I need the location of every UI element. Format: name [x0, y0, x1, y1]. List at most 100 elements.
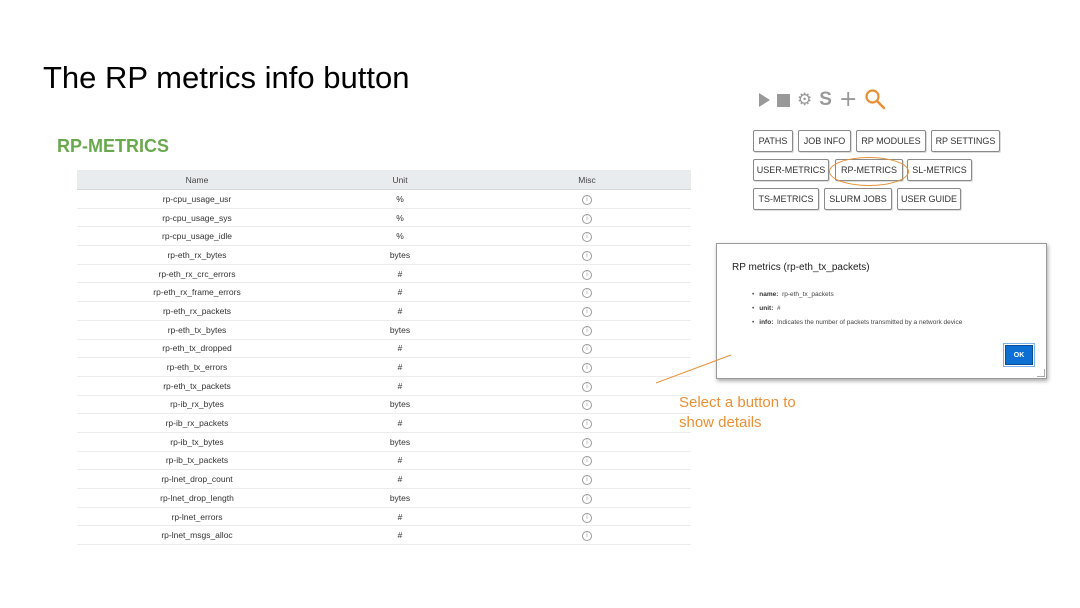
metric-misc-cell: i — [483, 339, 691, 359]
paths-button[interactable]: PATHS — [753, 130, 793, 152]
column-header-unit: Unit — [317, 170, 483, 190]
callout-line-1: Select a button to — [679, 394, 796, 411]
rp-modules-button[interactable]: RP MODULES — [856, 130, 926, 152]
metric-name-cell: rp-cpu_usage_usr — [77, 189, 317, 209]
info-icon[interactable]: i — [582, 288, 592, 299]
metric-name-cell: rp-ib_tx_bytes — [77, 432, 317, 452]
toolbar: ⚙ S + — [759, 88, 886, 112]
info-icon[interactable]: i — [582, 363, 592, 374]
slurm-jobs-button[interactable]: SLURM JOBS — [824, 188, 892, 210]
metric-unit-cell: bytes — [317, 320, 483, 340]
callout-line-2: show details — [679, 414, 762, 431]
metric-misc-cell: i — [483, 432, 691, 452]
dialog-title: RP metrics (rp-eth_tx_packets) — [732, 262, 870, 273]
table-row: rp-eth_tx_errors # i — [77, 357, 691, 377]
info-icon[interactable]: i — [582, 400, 592, 411]
info-icon[interactable]: i — [582, 269, 592, 280]
metrics-table: Name Unit Misc rp-cpu_usage_usr% i rp-cpu_… — [77, 170, 691, 546]
info-icon[interactable]: i — [582, 437, 592, 448]
metric-name-cell: rp-lnet_drop_count — [77, 469, 317, 489]
metrics-table-container[interactable]: Name Unit Misc rp-cpu_usage_usr% i rp-cpu_… — [77, 170, 691, 550]
metric-misc-cell: i — [483, 226, 691, 247]
metric-unit-cell: # — [317, 469, 483, 489]
info-icon[interactable]: i — [582, 250, 592, 261]
job-info-button[interactable]: JOB INFO — [798, 130, 851, 152]
metric-unit-cell: bytes — [317, 432, 483, 452]
metric-unit-cell: bytes — [317, 395, 483, 415]
metric-unit-cell: bytes — [317, 245, 483, 265]
metric-unit-cell: # — [317, 376, 483, 396]
info-icon[interactable]: i — [582, 213, 592, 224]
plus-icon[interactable]: + — [839, 89, 857, 111]
metric-name-cell: rp-eth_rx_packets — [77, 301, 317, 321]
stop-icon[interactable] — [777, 93, 790, 107]
search-icon-graphic — [865, 88, 886, 109]
metric-name-cell: rp-lnet_drop_length — [77, 488, 317, 508]
metric-misc-cell: i — [483, 282, 691, 303]
table-row: rp-eth_rx_packets # i — [77, 301, 691, 321]
table-row: rp-eth_tx_bytes bytes i — [77, 320, 691, 340]
table-row: rp-ib_tx_bytes bytes i — [77, 432, 691, 452]
dialog-unit-value: # — [776, 305, 781, 312]
info-icon[interactable]: i — [582, 325, 592, 336]
s-icon[interactable]: S — [819, 89, 832, 111]
metric-unit-cell: # — [317, 525, 483, 546]
info-icon[interactable]: i — [582, 344, 592, 355]
info-icon[interactable]: i — [582, 306, 592, 317]
info-icon[interactable]: i — [582, 493, 592, 504]
dialog-unit-item: unit: # — [759, 302, 962, 316]
dialog-info-item: info: Indicates the number of packets tr… — [759, 316, 962, 330]
metric-name-cell: rp-lnet_errors — [77, 507, 317, 527]
metric-unit-cell: # — [317, 507, 483, 527]
highlight-ellipse — [829, 157, 909, 186]
gear-icon[interactable]: ⚙ — [797, 90, 812, 110]
table-row: rp-lnet_drop_count # i — [77, 469, 691, 489]
info-icon[interactable]: i — [582, 456, 592, 467]
metric-misc-cell: i — [483, 488, 691, 508]
ok-button[interactable]: OK — [1003, 343, 1035, 367]
user-metrics-button[interactable]: USER-METRICS — [753, 159, 829, 181]
user-guide-button[interactable]: USER GUIDE — [897, 188, 961, 210]
section-title: RP-METRICS — [57, 136, 169, 156]
metric-name-cell: rp-ib_rx_bytes — [77, 395, 317, 415]
metric-misc-cell: i — [483, 245, 691, 265]
ts-metrics-button[interactable]: TS-METRICS — [753, 188, 819, 210]
metric-unit-cell: # — [317, 357, 483, 377]
table-row: rp-lnet_errors # i — [77, 507, 691, 527]
info-icon[interactable]: i — [582, 232, 592, 243]
metric-name-cell: rp-eth_tx_dropped — [77, 339, 317, 359]
metric-unit-cell: # — [317, 301, 483, 321]
metric-misc-cell: i — [483, 301, 691, 321]
info-icon[interactable]: i — [582, 512, 592, 523]
metric-unit-cell: % — [317, 208, 483, 228]
table-row: rp-cpu_usage_sys% i — [77, 208, 691, 228]
dialog-info-key: info: — [759, 319, 774, 326]
resize-grip-icon[interactable] — [1037, 369, 1045, 377]
metric-name-cell: rp-cpu_usage_idle — [77, 226, 317, 247]
metric-unit-cell: # — [317, 451, 483, 471]
play-icon[interactable] — [759, 93, 770, 107]
info-icon[interactable]: i — [582, 475, 592, 486]
info-icon[interactable]: i — [582, 419, 592, 430]
sl-metrics-button[interactable]: SL-METRICS — [907, 159, 972, 181]
metric-misc-cell: i — [483, 320, 691, 340]
metric-unit-cell: bytes — [317, 488, 483, 508]
callout-text: Select a button to show details — [679, 393, 796, 433]
metric-name-cell: rp-ib_tx_packets — [77, 451, 317, 471]
table-row: rp-ib_rx_packets # i — [77, 413, 691, 433]
metric-name-cell: rp-eth_tx_bytes — [77, 320, 317, 340]
metric-name-cell: rp-eth_rx_frame_errors — [77, 282, 317, 303]
metric-misc-cell: i — [483, 189, 691, 209]
metric-name-cell: rp-eth_tx_packets — [77, 376, 317, 396]
metric-name-cell: rp-ib_rx_packets — [77, 413, 317, 433]
search-icon[interactable] — [864, 88, 886, 113]
info-icon[interactable]: i — [582, 381, 592, 392]
metric-info-dialog: RP metrics (rp-eth_tx_packets) name: rp-… — [716, 243, 1047, 379]
metric-unit-cell: # — [317, 264, 483, 284]
info-icon[interactable]: i — [582, 531, 592, 542]
table-row: rp-ib_tx_packets # i — [77, 451, 691, 471]
info-icon[interactable]: i — [582, 194, 592, 205]
table-row: rp-ib_rx_bytes bytes i — [77, 395, 691, 415]
metric-name-cell: rp-cpu_usage_sys — [77, 208, 317, 228]
rp-settings-button[interactable]: RP SETTINGS — [931, 130, 1000, 152]
